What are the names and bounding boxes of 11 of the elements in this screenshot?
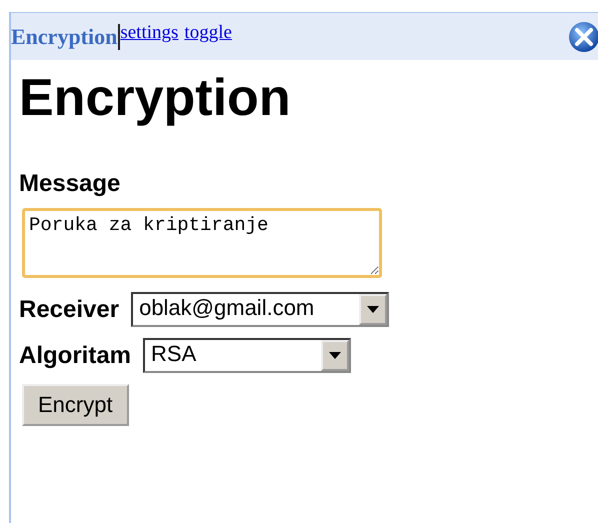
dropdown[interactable]: oblak@gmail.com	[131, 292, 390, 327]
field-label: Message	[19, 170, 122, 198]
header-link[interactable]: settings	[120, 22, 178, 44]
field-label: Receiver	[19, 296, 120, 324]
dropdown[interactable]: RSA	[143, 338, 352, 373]
message-field[interactable]: Poruka za kriptiranje	[22, 208, 382, 278]
gadget-title: Encryption	[11, 24, 120, 50]
page-heading: Encryption	[19, 68, 292, 129]
encrypt-button[interactable]: Encrypt	[22, 384, 129, 426]
field-label: Algoritam	[19, 342, 132, 370]
header-link[interactable]: toggle	[184, 22, 232, 44]
